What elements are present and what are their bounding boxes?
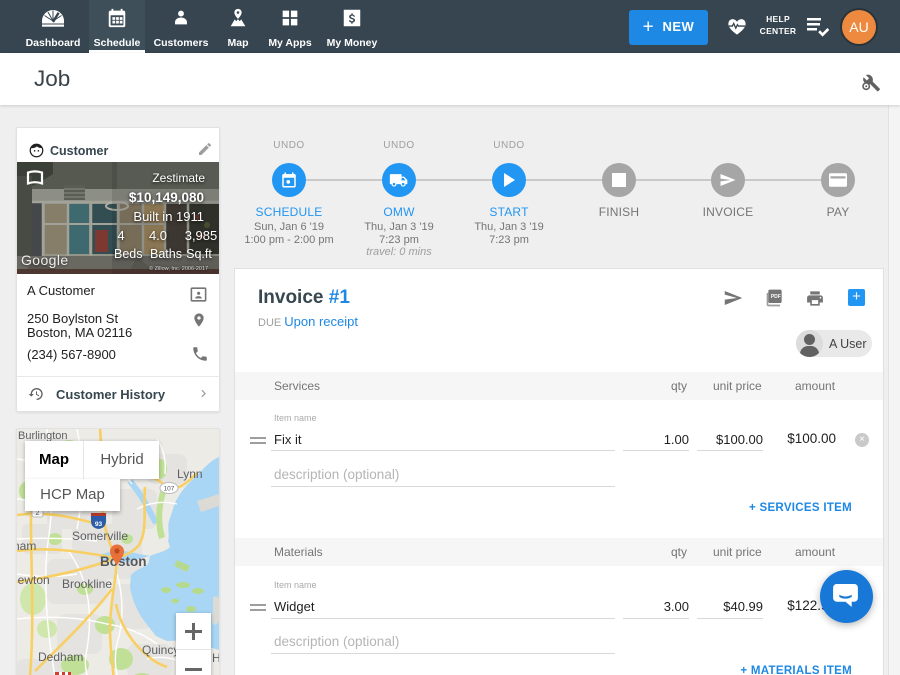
svg-text:Somerville: Somerville bbox=[72, 529, 128, 543]
svg-text:Dedham: Dedham bbox=[38, 650, 83, 664]
svg-text:Lynn: Lynn bbox=[177, 467, 203, 481]
svg-text:2: 2 bbox=[36, 510, 40, 517]
svg-text:PDF: PDF bbox=[771, 294, 781, 300]
svg-text:Newton: Newton bbox=[17, 573, 50, 587]
svg-text:Quincy: Quincy bbox=[142, 643, 179, 657]
svg-text:93: 93 bbox=[95, 521, 103, 528]
svg-text:ham: ham bbox=[17, 539, 36, 553]
svg-text:Brookline: Brookline bbox=[62, 577, 112, 591]
svg-text:Boston: Boston bbox=[100, 554, 147, 569]
svg-text:107: 107 bbox=[164, 486, 175, 493]
svg-text:Hi: Hi bbox=[212, 651, 219, 665]
